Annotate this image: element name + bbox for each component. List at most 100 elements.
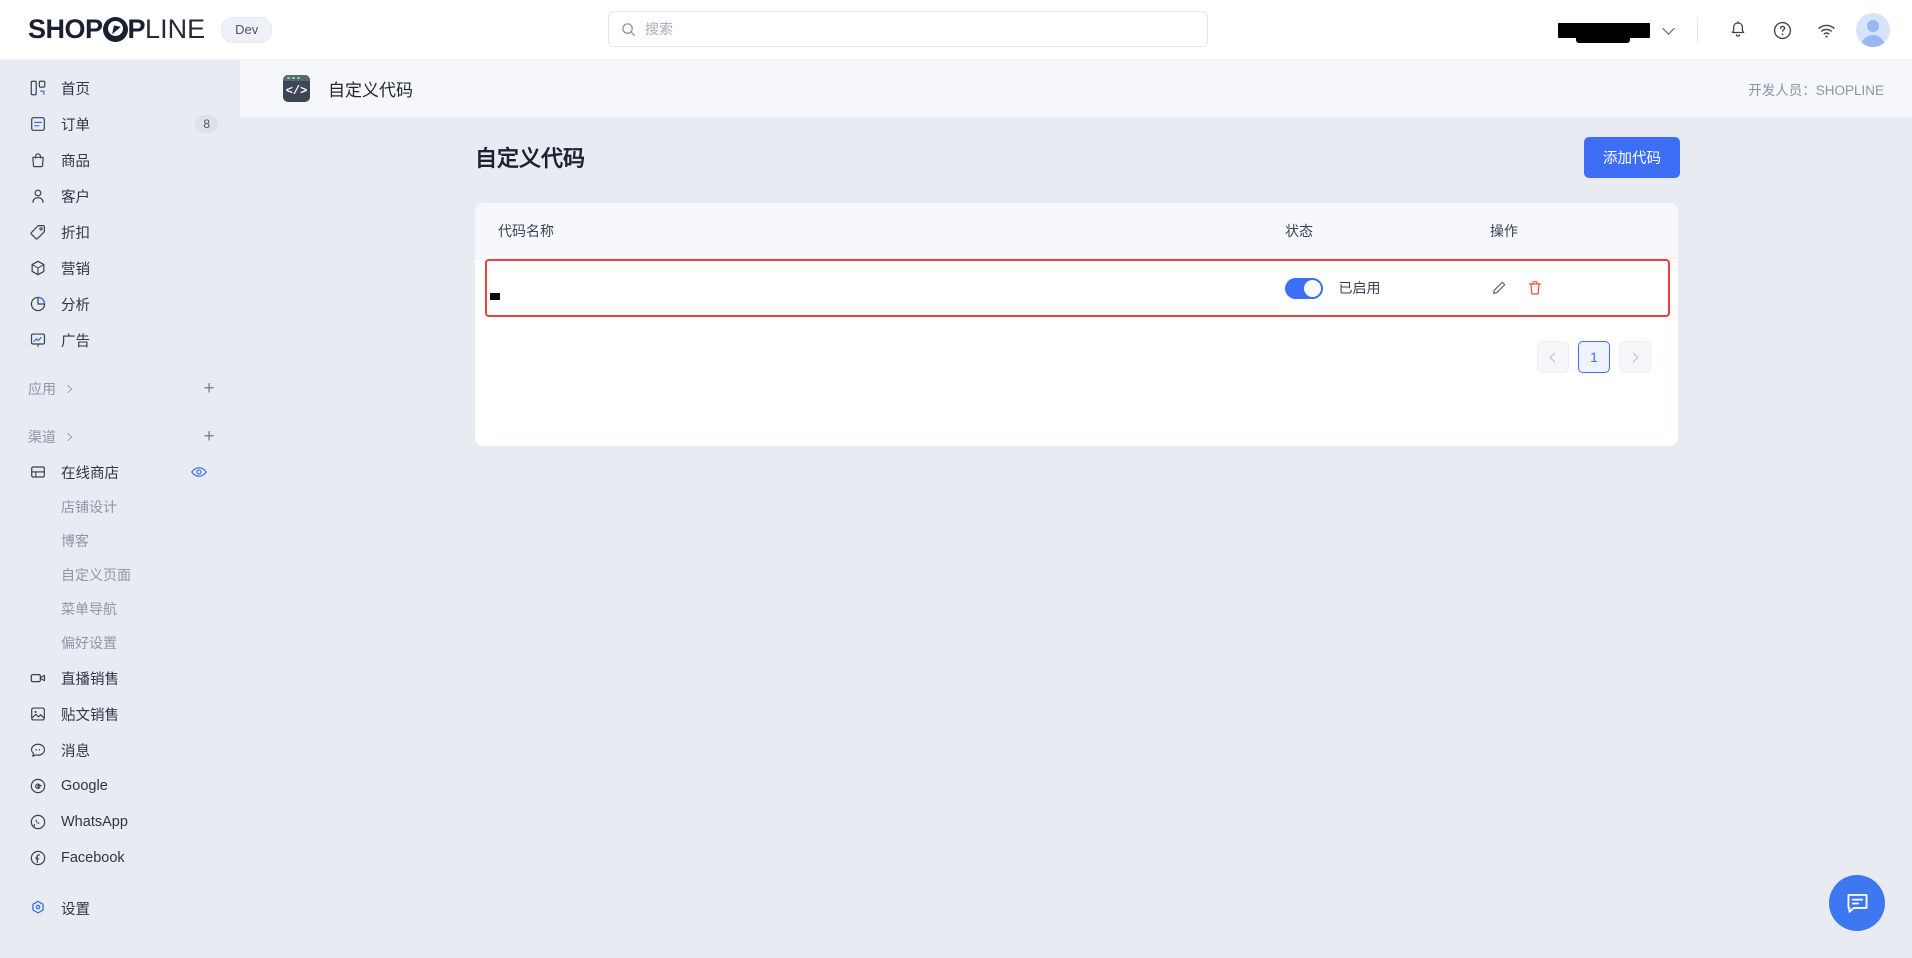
cell-actions <box>1490 279 1670 297</box>
sidebar-item-label: WhatsApp <box>61 814 128 830</box>
sidebar-item-settings[interactable]: 设置 <box>10 890 230 926</box>
store-icon <box>28 462 48 482</box>
page-title: 自定义代码 <box>328 81 413 100</box>
global-search[interactable] <box>608 11 1208 47</box>
sidebar-item-label: 分析 <box>61 297 90 314</box>
facebook-icon <box>28 848 48 868</box>
sidebar-item-online-store[interactable]: 在线商店 <box>10 454 230 490</box>
chevron-left-icon <box>1549 352 1560 362</box>
bell-icon <box>1728 20 1748 40</box>
sidebar-item-label: 在线商店 <box>61 465 119 482</box>
topbar-right-cluster <box>1558 0 1890 60</box>
sidebar-item-products[interactable]: 商品 <box>10 142 230 178</box>
avatar[interactable] <box>1856 13 1890 47</box>
search-input[interactable] <box>645 21 1195 37</box>
marketing-box-icon <box>28 258 48 278</box>
chevron-right-icon <box>1628 352 1639 362</box>
top-bar: SHOP P LINE Dev <box>0 0 1912 60</box>
sidebar-item-live-sales[interactable]: 直播销售 <box>10 660 230 696</box>
table-header-row: 代码名称 状态 操作 <box>475 203 1678 259</box>
sidebar-item-post-sales[interactable]: 贴文销售 <box>10 696 230 732</box>
help-button[interactable] <box>1760 8 1804 52</box>
sidebar-item-label: 首页 <box>61 81 90 98</box>
sidebar-item-label: 贴文销售 <box>61 707 119 724</box>
delete-trash-icon[interactable] <box>1526 279 1544 297</box>
column-header-code-name: 代码名称 <box>498 222 554 239</box>
main-content: 自定义代码 添加代码 代码名称 状态 操作 已启用 1 <box>240 118 1912 958</box>
pagination-page-1[interactable]: 1 <box>1578 341 1610 373</box>
sidebar-item-analytics[interactable]: 分析 <box>10 286 230 322</box>
discount-tag-icon <box>28 222 48 242</box>
sidebar-subitem-custom-pages[interactable]: 自定义页面 <box>10 558 230 592</box>
sidebar-item-discounts[interactable]: 折扣 <box>10 214 230 250</box>
column-header-status: 状态 <box>1285 222 1313 239</box>
google-icon <box>28 776 48 796</box>
chat-bubble-icon <box>1844 890 1871 917</box>
dashboard-icon <box>28 78 48 98</box>
sidebar-subitem-blog[interactable]: 博客 <box>10 524 230 558</box>
sidebar-item-orders[interactable]: 订单 8 <box>10 106 230 142</box>
sidebar-section-channels[interactable]: 渠道 + <box>10 420 230 454</box>
notifications-button[interactable] <box>1716 8 1760 52</box>
sidebar-item-label: 订单 <box>61 117 90 134</box>
sidebar-item-label: Facebook <box>61 850 125 866</box>
brand-logo-line: LINE <box>145 14 206 44</box>
sidebar-subitem-store-design[interactable]: 店铺设计 <box>10 490 230 524</box>
sidebar-subitem-preferences[interactable]: 偏好设置 <box>10 626 230 660</box>
sidebar-item-marketing[interactable]: 营销 <box>10 250 230 286</box>
sidebar-item-label: 直播销售 <box>61 671 119 688</box>
edit-pencil-icon[interactable] <box>1490 279 1508 297</box>
brand-logo-p: P <box>127 14 146 44</box>
network-status-button[interactable] <box>1804 8 1848 52</box>
store-switcher[interactable] <box>1558 21 1677 43</box>
code-brackets-icon: </> <box>283 75 310 102</box>
sidebar-item-home[interactable]: 首页 <box>10 70 230 106</box>
chevron-right-icon <box>63 432 73 442</box>
developer-label: 开发人员：SHOPLINE <box>1748 82 1884 98</box>
sidebar-item-facebook[interactable]: Facebook <box>10 840 230 876</box>
sidebar-item-messages[interactable]: 消息 <box>10 732 230 768</box>
whatsapp-icon <box>28 812 48 832</box>
cell-status: 已启用 <box>1285 277 1490 299</box>
settings-gear-icon <box>28 898 48 918</box>
sidebar-item-google[interactable]: Google <box>10 768 230 804</box>
customers-icon <box>28 186 48 206</box>
sidebar-item-label: 营销 <box>61 261 90 278</box>
table-row[interactable]: 已启用 <box>475 259 1678 317</box>
brand-logo-shop: SHOP <box>28 14 103 44</box>
status-toggle[interactable] <box>1285 277 1323 299</box>
help-circle-icon <box>1772 20 1793 41</box>
sidebar: 首页 订单 8 商品 客户 折扣 营销 分析 广告 应用 + 渠道 + 在线商店… <box>0 60 240 958</box>
chevron-right-icon <box>63 384 73 394</box>
search-icon <box>621 22 636 37</box>
ads-icon <box>28 330 48 350</box>
pagination-next-button[interactable] <box>1619 341 1651 373</box>
content-header: 自定义代码 添加代码 <box>475 133 1680 181</box>
custom-code-page: 自定义代码 添加代码 代码名称 状态 操作 已启用 1 <box>475 133 1680 446</box>
sidebar-item-whatsapp[interactable]: WhatsApp <box>10 804 230 840</box>
preview-store-eye-icon[interactable] <box>190 463 208 481</box>
add-app-button[interactable]: + <box>200 379 218 398</box>
sidebar-item-label: 折扣 <box>61 225 90 242</box>
sidebar-item-ads[interactable]: 广告 <box>10 322 230 358</box>
add-channel-button[interactable]: + <box>200 427 218 446</box>
app-icon-text: </> <box>285 84 308 98</box>
sidebar-section-apps[interactable]: 应用 + <box>10 372 230 406</box>
chevron-down-icon <box>1662 21 1675 35</box>
sidebar-subitem-menu-navigation[interactable]: 菜单导航 <box>10 592 230 626</box>
sidebar-item-customers[interactable]: 客户 <box>10 178 230 214</box>
chat-support-button[interactable] <box>1829 875 1885 931</box>
cell-code-name <box>475 279 1285 297</box>
page-header: </> 自定义代码 开发人员：SHOPLINE <box>240 60 1912 118</box>
toolbar-divider <box>1697 18 1698 42</box>
brand-logo[interactable]: SHOP P LINE Dev <box>0 14 273 45</box>
orders-count-badge: 8 <box>195 115 218 133</box>
add-code-button[interactable]: 添加代码 <box>1584 136 1680 178</box>
sidebar-item-label: 设置 <box>61 901 90 918</box>
sidebar-item-label: 客户 <box>61 189 90 206</box>
store-name-redacted <box>1558 22 1650 43</box>
sidebar-item-label: 商品 <box>61 153 90 170</box>
sidebar-item-label: 广告 <box>61 333 90 350</box>
pagination-prev-button[interactable] <box>1537 341 1569 373</box>
wifi-icon <box>1816 20 1837 41</box>
